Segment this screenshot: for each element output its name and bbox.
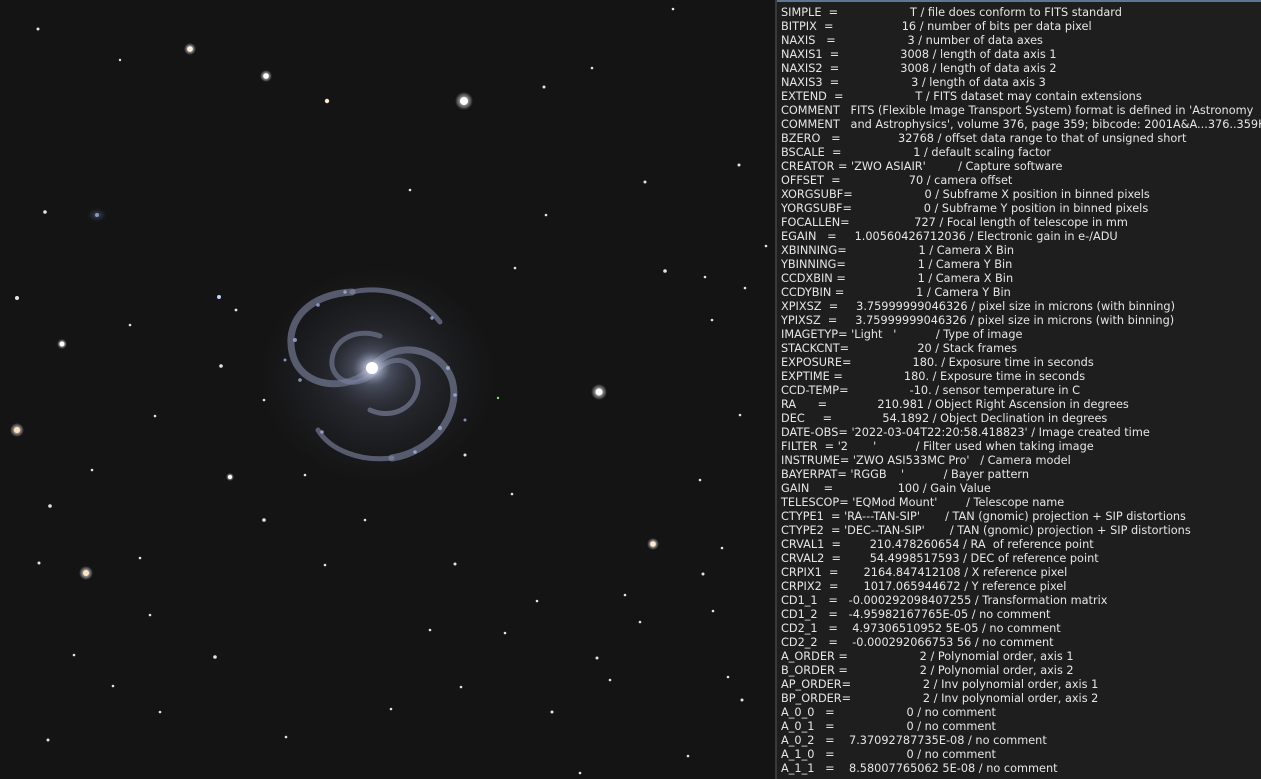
faint-nebula — [87, 208, 107, 222]
header-line: EXTEND = T / FITS dataset may contain ex… — [781, 90, 1142, 103]
header-line: YORGSUBF= 0 / Subframe Y position in bin… — [781, 202, 1149, 215]
header-line: CRPIX2 = 1017.065944672 / Y reference pi… — [781, 580, 1067, 593]
header-line: TELESCOP= 'EQMod Mount' / Telescope name — [781, 496, 1065, 509]
header-line: A_1_0 = 0 / no comment — [781, 748, 996, 761]
header-line: DATE-OBS= '2022-03-04T22:20:58.418823' /… — [781, 426, 1150, 439]
header-line: CRPIX1 = 2164.847412108 / X reference pi… — [781, 566, 1068, 579]
header-line: COMMENT and Astrophysics', volume 376, p… — [781, 118, 1261, 131]
header-line: EXPOSURE= 180. / Exposure time in second… — [781, 356, 1094, 369]
pinwheel-galaxy — [258, 265, 498, 485]
image-viewer[interactable] — [0, 0, 775, 779]
header-line: COMMENT FITS (Flexible Image Transport S… — [781, 104, 1254, 117]
header-line: NAXIS3 = 3 / length of data axis 3 — [781, 76, 1046, 89]
header-line: NAXIS2 = 3008 / length of data axis 2 — [781, 62, 1057, 75]
header-line: A_1_1 = 8.58007765062 5E-08 / no comment — [781, 762, 1058, 775]
header-line: CREATOR = 'ZWO ASIAIR' / Capture softwar… — [781, 160, 1063, 173]
fits-header-list: SIMPLE = T / file does conform to FITS s… — [777, 2, 1261, 776]
header-line: BZERO = 32768 / offset data range to tha… — [781, 132, 1187, 145]
header-line: CD1_1 = -0.000292098407255 / Transformat… — [781, 594, 1108, 607]
header-line: IMAGETYP= 'Light ' / Type of image — [781, 328, 1023, 341]
header-line: RA = 210.981 / Object Right Ascension in… — [781, 398, 1129, 411]
header-line: CD2_1 = 4.97306510952 5E-05 / no comment — [781, 622, 1061, 635]
star-field-image — [0, 0, 775, 779]
header-line: FOCALLEN= 727 / Focal length of telescop… — [781, 216, 1128, 229]
header-line: FILTER = '2 ' / Filter used when taking … — [781, 440, 1094, 453]
header-line: CRVAL1 = 210.478260654 / RA of reference… — [781, 538, 1094, 551]
header-line: NAXIS1 = 3008 / length of data axis 1 — [781, 48, 1057, 61]
header-line: EXPTIME = 180. / Exposure time in second… — [781, 370, 1086, 383]
header-line: A_ORDER = 2 / Polynomial order, axis 1 — [781, 650, 1074, 663]
header-line: CD1_2 = -4.95982167765E-05 / no comment — [781, 608, 1051, 621]
header-line: YBINNING= 1 / Camera Y Bin — [781, 258, 1013, 271]
header-line: XORGSUBF= 0 / Subframe X position in bin… — [781, 188, 1150, 201]
header-line: SIMPLE = T / file does conform to FITS s… — [781, 6, 1122, 19]
header-line: NAXIS = 3 / number of data axes — [781, 34, 1043, 47]
fits-header-panel[interactable]: SIMPLE = T / file does conform to FITS s… — [777, 0, 1261, 779]
header-line: XPIXSZ = 3.75999999046326 / pixel size i… — [781, 300, 1176, 313]
header-line: CTYPE1 = 'RA---TAN-SIP' / TAN (gnomic) p… — [781, 510, 1186, 523]
header-line: YPIXSZ = 3.75999999046326 / pixel size i… — [781, 314, 1175, 327]
header-line: CRVAL2 = 54.4998517593 / DEC of referenc… — [781, 552, 1099, 565]
header-line: CCDYBIN = 1 / Camera Y Bin — [781, 286, 1011, 299]
header-line: BAYERPAT= 'RGGB ' / Bayer pattern — [781, 468, 1030, 481]
header-line: XBINNING= 1 / Camera X Bin — [781, 244, 1015, 257]
header-line: CCDXBIN = 1 / Camera X Bin — [781, 272, 1014, 285]
header-line: OFFSET = 70 / camera offset — [781, 174, 1013, 187]
header-line: AP_ORDER= 2 / Inv polynomial order, axis… — [781, 678, 1099, 691]
header-line: CD2_2 = -0.000292066753 56 / no comment — [781, 636, 1054, 649]
header-line: B_ORDER = 2 / Polynomial order, axis 2 — [781, 664, 1074, 677]
header-line: INSTRUME= 'ZWO ASI533MC Pro' / Camera mo… — [781, 454, 1071, 467]
header-line: A_0_1 = 0 / no comment — [781, 720, 996, 733]
header-line: STACKCNT= 20 / Stack frames — [781, 342, 1017, 355]
header-line: CTYPE2 = 'DEC--TAN-SIP' / TAN (gnomic) p… — [781, 524, 1191, 537]
header-line: A_0_2 = 7.37092787735E-08 / no comment — [781, 734, 1047, 747]
header-line: BSCALE = 1 / default scaling factor — [781, 146, 1052, 159]
header-line: EGAIN = 1.00560426712036 / Electronic ga… — [781, 230, 1118, 243]
header-line: CCD-TEMP= -10. / sensor temperature in C — [781, 384, 1081, 397]
header-line: DEC = 54.1892 / Object Declination in de… — [781, 412, 1108, 425]
header-line: A_0_0 = 0 / no comment — [781, 706, 996, 719]
header-line: BP_ORDER= 2 / Inv polynomial order, axis… — [781, 692, 1099, 705]
header-line: GAIN = 100 / Gain Value — [781, 482, 991, 495]
header-line: BITPIX = 16 / number of bits per data pi… — [781, 20, 1092, 33]
